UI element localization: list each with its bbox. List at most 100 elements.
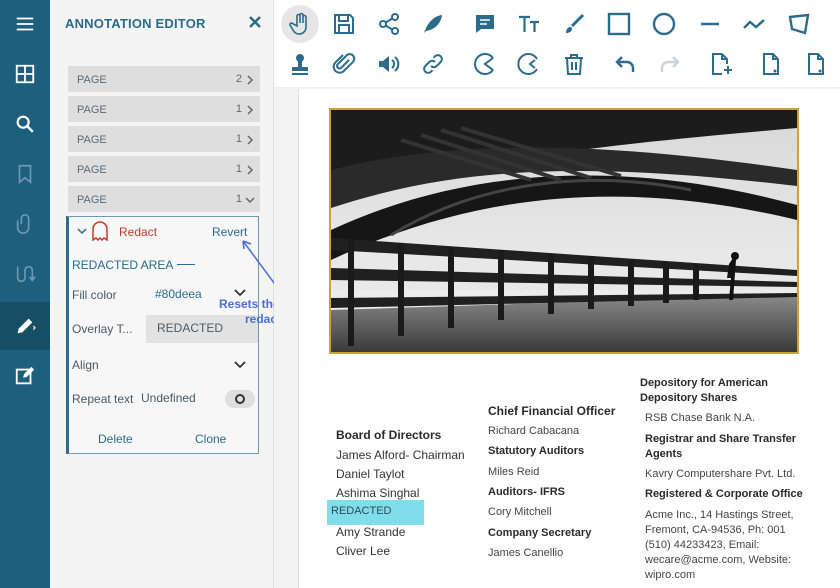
board-member: Cliver Lee [336,544,391,558]
annotation-editor-button[interactable] [0,302,50,350]
redact-text-tool[interactable] [517,52,541,76]
pan-tool[interactable] [288,12,312,36]
text-size-icon [519,15,539,32]
redo-button[interactable] [658,52,682,76]
link-icon [423,54,443,74]
office-address-line: (510) 44233423, Email: [645,539,760,551]
cfo-heading: Chief Financial Officer [488,404,616,418]
cfo-name: Richard Cabacana [488,425,580,437]
secretary-name: James Canellio [488,547,564,559]
search-button[interactable] [0,100,50,148]
redact-area-tool[interactable] [473,52,497,76]
speaker-icon [379,56,400,72]
office-address-line: Acme Inc., 14 Hastings Street, [645,509,794,521]
page-group-2[interactable]: PAGE 1 [68,96,260,124]
edit-box-icon [15,366,35,385]
hand-icon [289,12,307,35]
file-plus-icon [712,53,732,75]
close-icon[interactable] [247,14,263,30]
section-divider [177,264,195,265]
stamp-icon [292,54,308,75]
chevron-right-icon [247,105,254,115]
share-button[interactable] [377,12,401,36]
rectangle-tool[interactable] [607,12,631,36]
insert-page-before-button[interactable] [760,52,784,76]
fill-color-select[interactable]: #80deea [155,287,202,301]
thumbnails-button[interactable] [0,50,50,98]
ink-tool[interactable] [421,12,445,36]
save-icon [334,14,354,34]
comment-icon [476,15,494,33]
undo-button[interactable] [613,52,637,76]
circle-icon [652,12,676,36]
page-group-5[interactable]: PAGE 1 [68,186,260,214]
chevron-down-icon [245,197,255,204]
page-group-4[interactable]: PAGE 1 [68,156,260,184]
line-tool[interactable] [698,12,722,36]
page-label: PAGE [77,104,107,116]
depository-name: RSB Chase Bank N.A. [645,412,756,424]
page-label: PAGE [77,164,107,176]
board-member: Daniel Taylot [336,467,405,481]
registrar-heading: Registrar and Share Transfer Agents [645,433,797,460]
office-address-line: wecare@acme.com, Website: [645,554,792,566]
undo-icon [615,56,635,72]
add-page-button[interactable] [709,52,733,76]
signature-button[interactable] [0,250,50,298]
registrar-name: Kavry Computershare Pvt. Ltd. [645,468,796,480]
annotation-type-label: Redact [119,225,158,239]
page-group-1[interactable]: PAGE 2 [68,66,260,94]
save-button[interactable] [332,12,356,36]
auditors-name: Miles Reid [488,466,540,478]
repeat-text-toggle[interactable] [225,390,255,408]
chevron-down-icon[interactable] [77,226,87,236]
trash-icon [565,54,583,75]
annotation-count: 1 [235,193,242,205]
secretary-heading: Company Secretary [488,527,592,539]
sound-tool[interactable] [377,52,401,76]
attachments-button[interactable] [0,200,50,248]
menu-button[interactable] [0,0,50,48]
polygon-tool[interactable] [787,12,811,36]
search-icon [16,115,34,133]
form-edit-button[interactable] [0,352,50,400]
page-label: PAGE [77,134,107,146]
paperclip-icon [16,214,30,234]
bookmarks-button[interactable] [0,150,50,198]
page-label: PAGE [77,194,107,206]
file-attachment-tool[interactable] [332,52,356,76]
redact-icon [92,221,108,241]
brush-tool[interactable] [562,12,586,36]
file-insert-icon [808,53,824,75]
board-member: James Alford- Chairman [336,448,465,462]
align-dropdown-chevron-icon[interactable] [234,360,246,370]
insert-page-after-button[interactable] [805,52,829,76]
panel-title: ANNOTATION EDITOR [65,16,206,31]
repeat-text-value: Undefined [141,391,196,405]
share-icon [379,13,399,35]
polygon-icon [788,13,810,35]
ellipse-tool[interactable] [652,12,676,36]
redact-text-icon [517,53,538,75]
ifrs-name: Cory Mitchell [488,506,552,518]
delete-annotation-button[interactable] [562,52,586,76]
redaction-overlay-text: REDACTED [331,505,392,517]
chevron-right-icon [247,135,254,145]
page-group-3[interactable]: PAGE 1 [68,126,260,154]
toggle-knob [235,394,245,404]
clone-button[interactable]: Clone [195,432,226,446]
signature-icon [16,265,36,283]
chevron-right-icon [247,75,254,85]
board-member: Ashima Singhal [336,486,420,500]
left-rail [0,0,50,588]
redaction-annotation[interactable]: REDACTED [327,500,424,525]
link-tool[interactable] [421,52,445,76]
stamp-tool[interactable] [288,52,312,76]
comment-tool[interactable] [473,12,497,36]
depository-heading: Depository for American Depository Share… [640,377,768,404]
delete-button[interactable]: Delete [98,432,133,446]
polyline-tool[interactable] [742,12,766,36]
text-tool[interactable] [517,12,541,36]
bridge-photo [329,108,799,354]
office-address-line: wipro.com [645,569,696,581]
